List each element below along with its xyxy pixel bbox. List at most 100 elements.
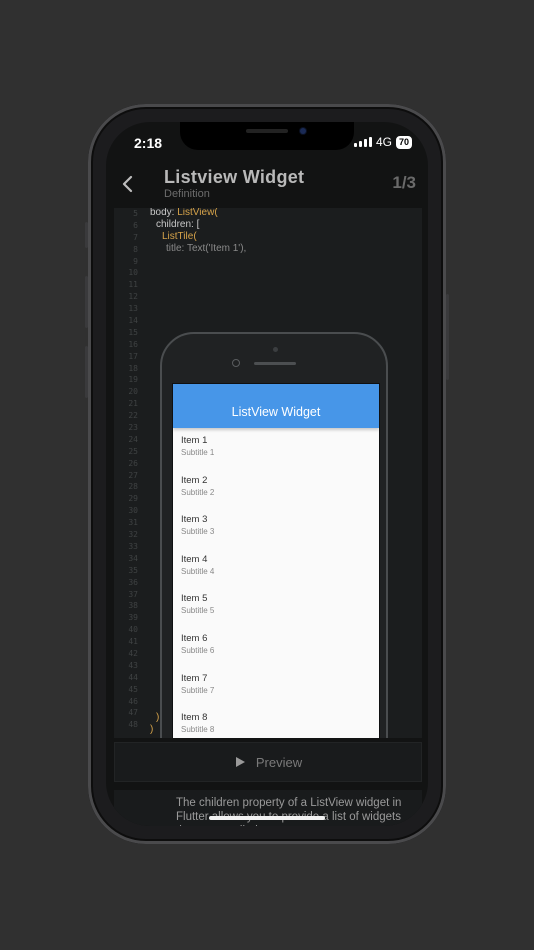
list-item[interactable]: Item 2 Subtitle 2 (173, 468, 379, 508)
volume-down-button (85, 346, 88, 398)
line-number: 33 (128, 541, 138, 551)
line-number: 20 (128, 387, 138, 397)
home-indicator[interactable] (209, 816, 325, 820)
list-item-title: Item 8 (181, 712, 208, 724)
line-number: 15 (128, 327, 138, 337)
line-number: 35 (128, 565, 138, 575)
list-item-title: Item 2 (181, 474, 208, 486)
play-icon (235, 757, 245, 767)
line-number: 26 (128, 458, 138, 468)
mockup-sensor (232, 359, 240, 367)
line-number: 48 (128, 720, 138, 730)
page-subtitle: Definition (164, 188, 210, 200)
power-button (446, 294, 449, 380)
list-item-subtitle: Subtitle 3 (181, 527, 215, 537)
line-number: 40 (128, 625, 138, 635)
code-line: body: ListView( (150, 208, 218, 218)
line-number: 17 (128, 351, 138, 361)
list-item[interactable]: Item 6 Subtitle 6 (173, 626, 379, 666)
list-item-title: Item 1 (181, 435, 208, 446)
line-number: 32 (128, 530, 138, 540)
list-item-subtitle: Subtitle 5 (181, 606, 215, 616)
page-title: Listview Widget (164, 167, 305, 187)
line-number: 46 (128, 696, 138, 706)
line-number: 41 (128, 637, 138, 647)
line-number: 6 (133, 220, 138, 230)
status-icons: 4G 70 (353, 135, 412, 149)
title-group: Listview Widget Definition (164, 167, 304, 200)
list-item-subtitle: Subtitle 7 (181, 685, 215, 695)
list-item[interactable]: Item 5 Subtitle 5 (173, 586, 379, 626)
line-number: 44 (128, 672, 138, 682)
line-number: 13 (128, 304, 138, 314)
line-number: 30 (128, 506, 138, 516)
line-number: 16 (128, 339, 138, 349)
line-number: 9 (133, 256, 138, 266)
line-number: 31 (128, 518, 138, 528)
line-number: 37 (128, 589, 138, 599)
line-number: 47 (128, 708, 138, 718)
mockup-camera (273, 347, 278, 352)
list-item-subtitle: Subtitle 4 (181, 566, 215, 576)
description-panel: The children property of a ListView widg… (114, 790, 422, 826)
preview-app-bar: ListView Widget (173, 384, 379, 428)
line-number: 25 (128, 446, 138, 456)
line-number: 24 (128, 434, 138, 444)
list-item[interactable]: Item 7 Subtitle 7 (173, 666, 379, 706)
line-number: 12 (128, 292, 138, 302)
preview-device-mockup: ListView Widget Item 1 Subtitle 1 Item 2 Su… (160, 332, 388, 738)
list-item-subtitle: Subtitle 6 (181, 645, 215, 655)
line-number: 34 (128, 553, 138, 563)
list-item-title: Item 6 (181, 632, 208, 644)
line-number: 23 (128, 423, 138, 433)
line-number: 43 (128, 660, 138, 670)
list-item-title: Item 3 (181, 514, 208, 526)
page-counter: 1/3 (392, 173, 416, 192)
line-number: 45 (128, 684, 138, 694)
line-number: 5 (133, 209, 138, 218)
back-arrow-icon[interactable] (116, 172, 140, 196)
line-number: 11 (128, 280, 138, 290)
list-item-subtitle: Subtitle 8 (181, 725, 215, 735)
page-header: Listview Widget Definition 1/3 (106, 162, 428, 208)
preview-button-label: Preview (255, 754, 303, 770)
list-item[interactable]: Item 3 Subtitle 3 (173, 507, 379, 547)
mute-switch (85, 222, 88, 248)
line-number: 38 (128, 601, 138, 611)
preview-list: Item 1 Subtitle 1 Item 2 Subtitle 2 Item 3 Su… (173, 428, 379, 738)
preview-screen: ListView Widget Item 1 Subtitle 1 Item 2 Su… (172, 383, 380, 738)
battery-icon: 70 (395, 135, 412, 149)
line-numbers: 5 6 7 8 9 10 11 12 13 14 15 16 17 18 19 20 21 22 23 24 25 26 2… (114, 208, 142, 738)
list-item[interactable]: Item 4 Subtitle 4 (173, 547, 379, 587)
network-label: 4G (375, 135, 392, 149)
line-number: 10 (128, 268, 138, 278)
status-bar: 2:18 4G 70 (106, 122, 428, 162)
line-number: 21 (128, 399, 138, 409)
volume-up-button (85, 276, 88, 328)
list-item[interactable]: Item 8 Subtitle 8 (173, 705, 379, 738)
mockup-speaker (254, 362, 296, 365)
list-item[interactable]: Item 1 Subtitle 1 (173, 428, 379, 468)
code-line: title: Text('Item 1'), (166, 243, 247, 254)
line-number: 14 (128, 316, 138, 326)
list-item-subtitle: Subtitle 1 (181, 448, 215, 457)
phone-screen: 2:18 4G 70 Listview Widget Definition 1/… (106, 122, 428, 826)
code-line: ) (150, 724, 154, 735)
line-number: 18 (128, 363, 138, 373)
list-item-title: Item 7 (181, 672, 208, 684)
line-number: 8 (133, 244, 138, 254)
list-item-subtitle: Subtitle 2 (181, 487, 215, 497)
line-number: 19 (128, 375, 138, 385)
preview-button[interactable]: Preview (114, 742, 422, 782)
line-number: 27 (128, 470, 138, 480)
list-item-title: Item 5 (181, 593, 208, 605)
code-panel: 5 6 7 8 9 10 11 12 13 14 15 16 17 18 19 20 21 22 23 24 25 26 2… (114, 208, 422, 738)
line-number: 42 (128, 648, 138, 658)
code-line: ) (156, 712, 160, 723)
line-number: 7 (133, 232, 138, 242)
status-time: 2:18 (134, 135, 163, 151)
line-number: 22 (128, 411, 138, 421)
description-text: The children property of a ListView widg… (176, 797, 402, 826)
signal-icon (353, 137, 372, 147)
code-line: children: [ (156, 219, 200, 230)
